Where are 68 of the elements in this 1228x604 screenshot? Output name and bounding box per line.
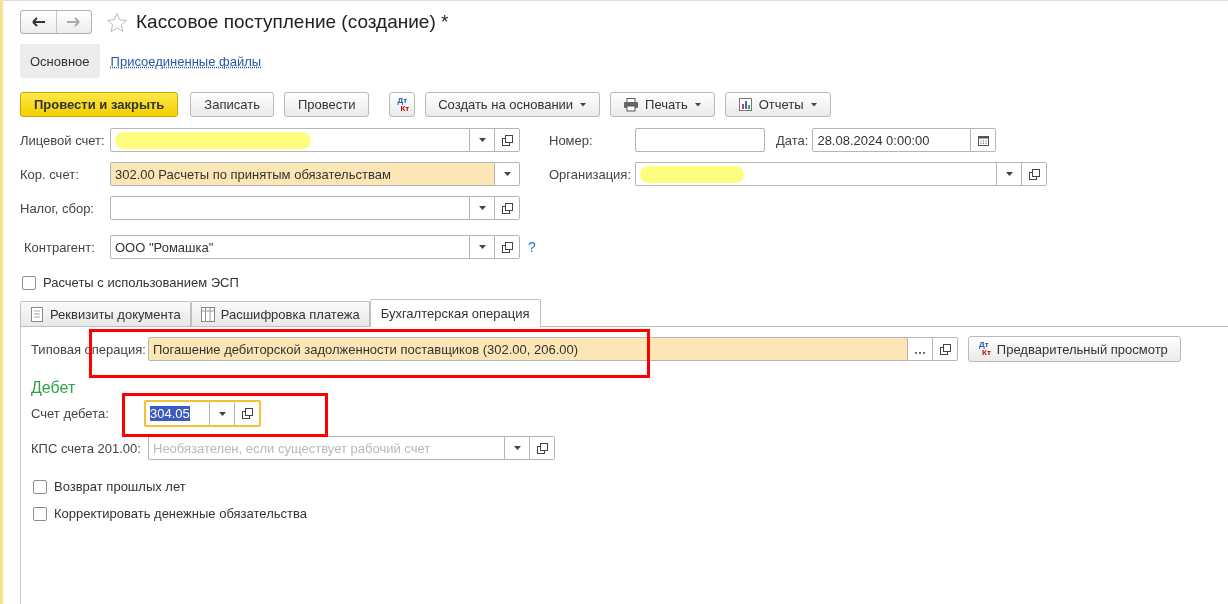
table-icon [200,306,215,322]
field-label: Дата: [776,132,809,148]
operation-field[interactable]: Погашение дебиторской задолженности поставщиков (302.00, 206.00) [148,337,958,361]
combo-field[interactable] [110,196,520,220]
right-arrow-icon [66,16,82,28]
open-window-icon [1027,167,1041,181]
caret-icon [693,101,702,108]
debit-credit-icon: Дт Кт [977,341,991,357]
toolbar-button[interactable]: Провести [283,92,370,117]
combo-field[interactable]: 302.00 Расчеты по принятым обязательствам [110,162,520,186]
account-field[interactable]: 304.05 [144,400,261,427]
open-window-icon [535,441,549,455]
tab[interactable]: Бухгалтерская операция [369,299,541,327]
date-field[interactable]: 28.08.2024 0:00:00 [812,128,997,152]
checkbox-label[interactable]: Корректировать денежные обязательства [54,506,307,521]
open-window-icon [500,201,514,215]
open-button[interactable] [932,338,957,360]
open-button[interactable] [494,197,519,219]
open-button[interactable] [494,129,519,151]
toolbar-button[interactable]: Записать [190,92,274,117]
select-button[interactable] [907,338,932,360]
report-icon [737,97,753,112]
help-link[interactable]: ? [528,239,536,255]
star-icon[interactable] [106,11,128,33]
section-tab[interactable]: Основное [20,44,100,78]
checkbox-label[interactable]: Возврат прошлых лет [54,479,186,494]
checkbox-label[interactable]: Расчеты с использованием ЭСП [43,275,239,290]
dropdown-button[interactable] [494,163,519,185]
open-window-icon [500,133,514,147]
checkbox[interactable] [33,506,47,521]
open-button[interactable] [529,437,554,459]
field-label: Налог, сбор: [20,200,95,216]
field-label: Номер: [549,132,594,148]
tab[interactable]: Расшифровка платежа [190,301,370,326]
open-window-icon [500,240,514,254]
checkbox[interactable] [33,479,47,494]
window-title: Кассовое поступление (создание) * [136,11,449,33]
calendar-button[interactable] [970,129,996,151]
combo-field[interactable] [635,162,1047,186]
menu-button[interactable]: Создать на основании [425,92,601,117]
field-label: Лицевой счет: [20,132,106,148]
open-window-icon [938,342,952,356]
caret-icon [809,101,818,108]
section-heading: Дебет [31,379,77,397]
section-tab[interactable]: Присоединенные файлы [110,44,262,78]
tab[interactable]: Реквизиты документа [20,301,191,326]
field-label: КПС счета 201.00: [31,440,142,456]
post-and-close-button[interactable]: Провести и закрыть [20,92,179,117]
postings-button[interactable]: Дт Кт [389,92,416,117]
printer-icon [623,97,640,112]
number-field[interactable] [635,128,765,152]
menu-button[interactable]: Отчеты [724,92,831,117]
calendar-icon [976,133,990,147]
caret-icon [579,101,588,108]
field-label: Организация: [549,166,633,182]
document-icon [30,306,44,322]
combo-field[interactable] [110,128,520,152]
open-button[interactable] [494,236,519,258]
menu-button[interactable]: Печать [610,92,715,117]
field-label: Кор. счет: [20,166,80,182]
checkbox[interactable] [22,275,36,290]
left-arrow-icon [30,16,46,28]
open-window-icon [240,407,254,420]
debit-credit-icon: Дт Кт [395,96,410,113]
field-label: Счет дебета: [31,406,110,421]
field-label: Контрагент: [23,239,96,255]
combo-field[interactable]: ООО "Ромашка" [110,235,520,259]
open-button[interactable] [1021,163,1046,185]
